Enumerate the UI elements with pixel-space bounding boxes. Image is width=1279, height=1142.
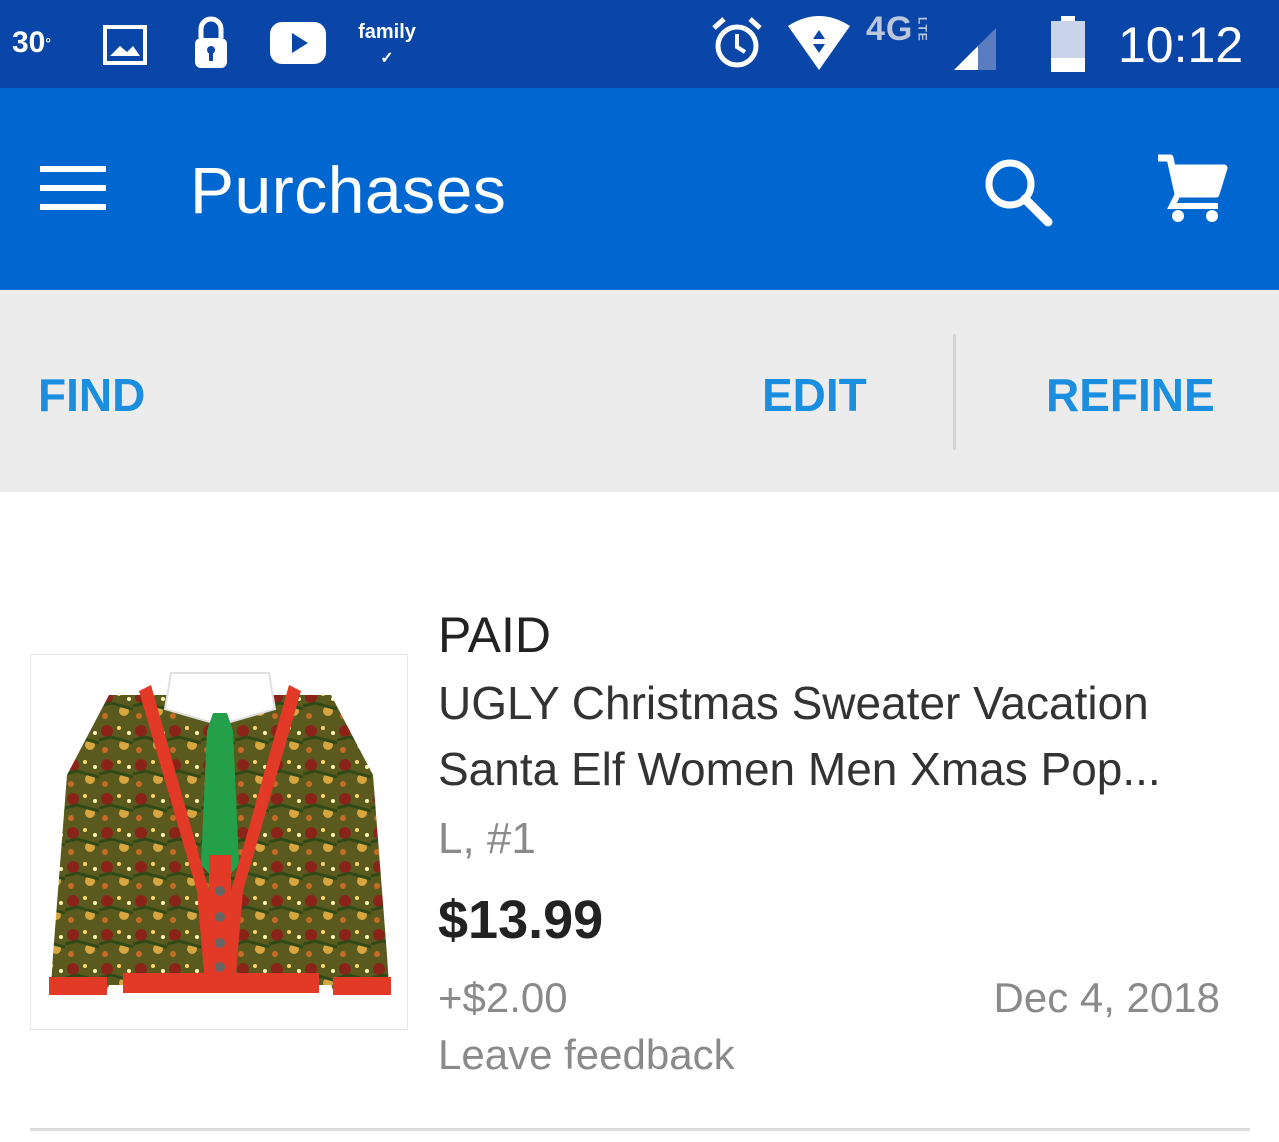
item-variation: L, #1 [438,814,536,863]
temperature-value: 30 [12,26,46,59]
lock-icon [195,16,227,68]
clock: 10:12 [1118,17,1244,73]
sweater-illustration [49,672,391,995]
search-icon[interactable] [980,154,1056,230]
purchase-date: Dec 4, 2018 [993,974,1221,1021]
youtube-icon [270,22,326,64]
toolbar-divider [953,334,956,450]
network-sub-label: LTE [915,17,930,42]
edit-button[interactable]: EDIT [762,368,867,422]
network-label: 4G [866,10,914,48]
leave-feedback-link[interactable]: Leave feedback [438,1026,1228,1084]
cart-icon[interactable] [1156,152,1228,224]
page-title: Purchases [190,153,507,227]
signal-icon [954,28,996,70]
purchase-details: PAID UGLY Christmas Sweater Vacation San… [438,602,1228,1084]
purchase-list-item[interactable]: PAID UGLY Christmas Sweater Vacation San… [0,492,1279,1142]
action-toolbar: FIND EDIT REFINE [0,290,1279,492]
shipping-date-row: +$2.00 Dec 4, 2018 [438,970,1220,1026]
item-price: $13.99 [438,890,604,950]
alarm-icon [712,17,762,68]
order-status: PAID [438,607,551,663]
menu-icon[interactable] [40,166,106,214]
network-type: 4G LTE [866,10,929,49]
christmas-sweater-image[interactable] [30,654,408,1030]
status-bar: 30 ° family ✓ 4G LTE 10:12 [0,0,1279,88]
shipping-cost: +$2.00 [438,974,568,1021]
find-button[interactable]: FIND [38,368,145,422]
app-bar: Purchases [0,88,1279,290]
gallery-icon [103,25,147,65]
family-label: family [358,20,416,43]
list-divider [30,1128,1250,1131]
refine-button[interactable]: REFINE [1046,368,1215,422]
wifi-icon [788,16,850,70]
item-title[interactable]: UGLY Christmas Sweater Vacation Santa El… [438,670,1228,802]
temperature: 30 ° [12,26,51,60]
family-check-icon: ✓ [380,49,394,67]
temperature-degree: ° [45,35,51,51]
battery-icon [1051,16,1085,72]
family-notification: family ✓ [352,14,422,74]
